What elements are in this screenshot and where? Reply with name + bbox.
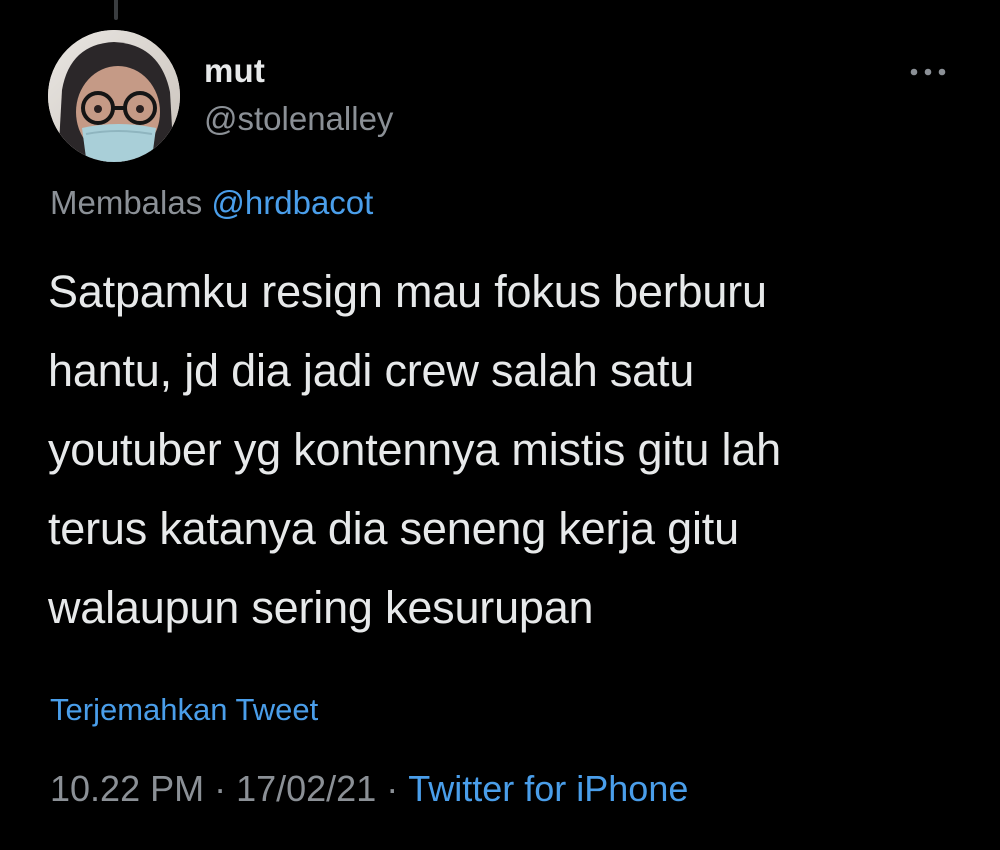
more-options-button[interactable] [900,52,956,92]
author-handle[interactable]: @stolenalley [204,100,393,138]
meta-separator: · [386,768,399,809]
reply-context: Membalas @hrdbacot [50,184,373,222]
reply-prefix: Membalas [50,184,203,221]
avatar[interactable] [48,30,180,162]
meta-separator: · [214,768,227,809]
reply-mention-link[interactable]: @hrdbacot [211,184,373,221]
avatar-photo [48,30,180,162]
tweet-time: 10.22 PM [50,768,205,809]
tweet-source-link[interactable]: Twitter for iPhone [408,768,688,809]
thread-connector-line [114,0,118,20]
author-display-name[interactable]: mut [204,52,265,90]
more-horizontal-icon [910,68,946,76]
tweet-metadata: 10.22 PM · 17/02/21 · Twitter for iPhone [50,768,688,810]
tweet-date: 17/02/21 [236,768,377,809]
tweet-text: Satpamku resign mau fokus berburu hantu,… [48,266,782,633]
translate-tweet-link[interactable]: Terjemahkan Tweet [50,692,318,728]
